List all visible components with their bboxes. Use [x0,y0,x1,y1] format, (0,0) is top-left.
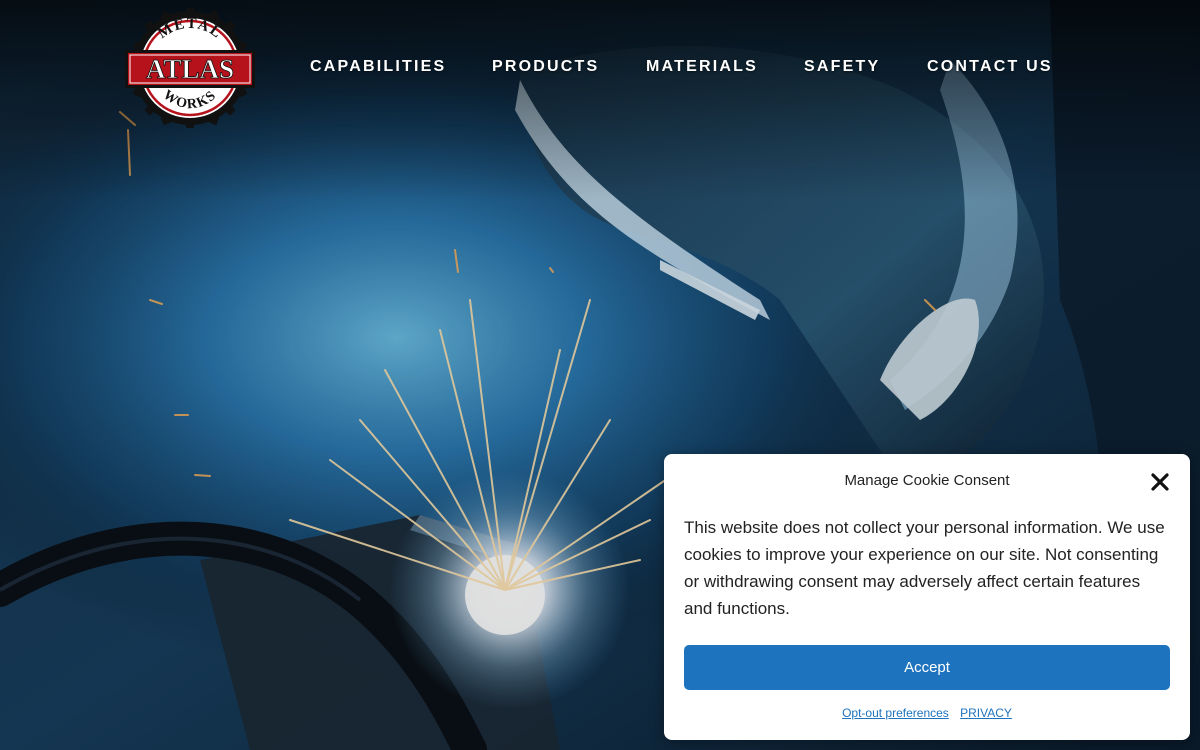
opt-out-preferences-link[interactable]: Opt-out preferences [842,706,949,720]
accept-button[interactable]: Accept [684,645,1170,690]
logo-main-text: ATLAS [146,54,234,84]
cookie-consent-message: This website does not collect your perso… [684,518,1165,618]
cookie-consent-links: Opt-out preferences PRIVACY [664,705,1190,721]
close-icon[interactable] [1148,470,1172,494]
nav-item-contact-us[interactable]: CONTACT US [927,56,1053,78]
nav-item-materials[interactable]: MATERIALS [646,56,758,78]
cookie-consent-title: Manage Cookie Consent [844,472,1010,489]
nav-item-capabilities[interactable]: CAPABILITIES [310,56,446,78]
nav-item-products[interactable]: PRODUCTS [492,56,599,78]
cookie-consent-modal: Manage Cookie Consent This website does … [664,454,1190,740]
site-header: HOME CAPABILITIES PRODUCTS MATERIALS SAF… [0,0,1200,135]
atlas-metal-works-logo[interactable]: METAL WORKS ATLAS [124,8,256,128]
page: HOME CAPABILITIES PRODUCTS MATERIALS SAF… [0,0,1200,750]
nav-item-safety[interactable]: SAFETY [804,56,880,78]
privacy-link[interactable]: PRIVACY [960,706,1012,720]
